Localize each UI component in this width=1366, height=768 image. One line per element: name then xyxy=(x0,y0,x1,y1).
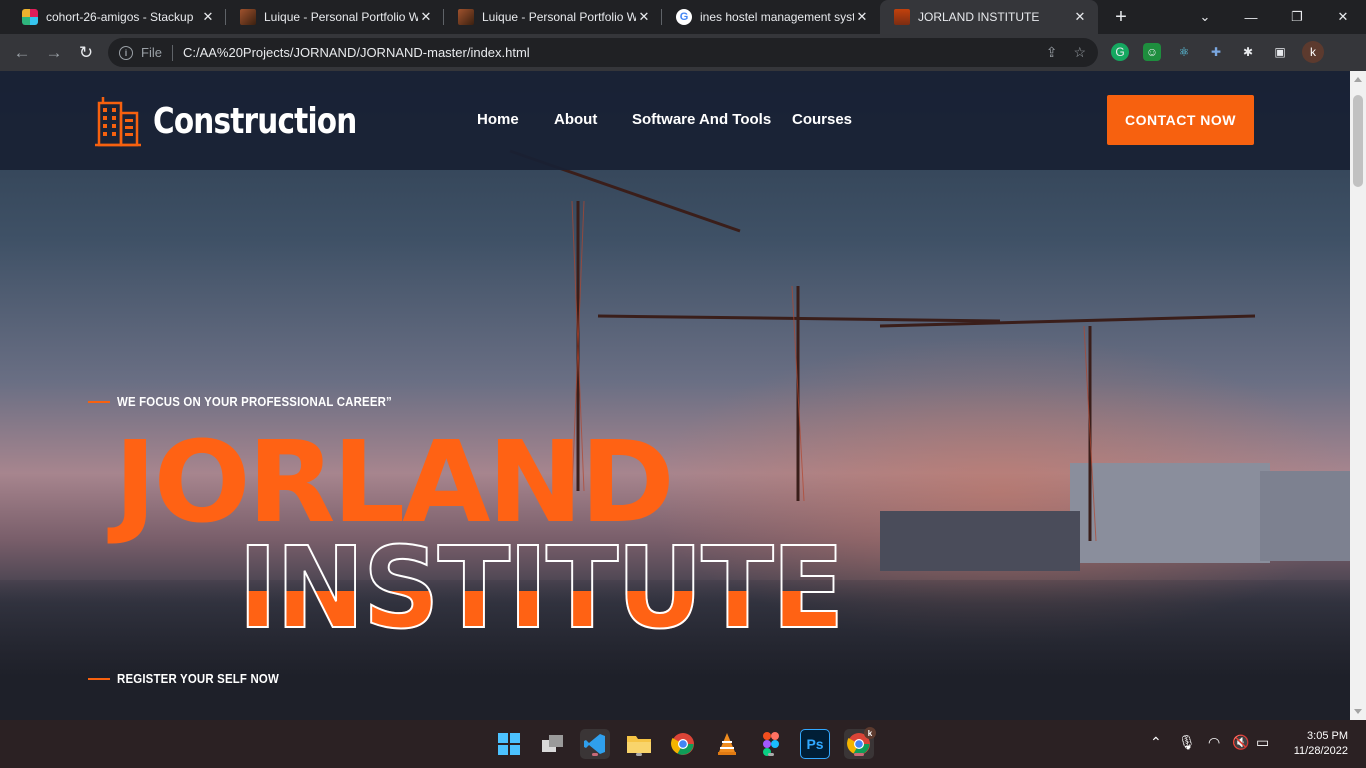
page-scrollbar[interactable] xyxy=(1350,71,1366,720)
browser-toolbar: ← → ↻ i File C:/AA%20Projects/JORNAND/JO… xyxy=(0,34,1366,71)
windows-start-icon[interactable] xyxy=(494,729,524,759)
file-explorer-icon[interactable] xyxy=(624,729,654,759)
clock-time: 3:05 PM xyxy=(1307,730,1348,742)
browser-tab[interactable]: Luique - Personal Portfolio W ✕ xyxy=(444,0,662,34)
scroll-down-arrow[interactable] xyxy=(1354,709,1362,714)
back-icon[interactable]: ← xyxy=(8,39,36,67)
close-icon[interactable]: ✕ xyxy=(854,9,870,25)
nav-about[interactable]: About xyxy=(554,111,597,128)
restore-button[interactable]: ❐ xyxy=(1274,0,1320,34)
bookmark-star-icon[interactable]: ☆ xyxy=(1073,44,1086,61)
browser-tab[interactable]: Luique - Personal Portfolio W ✕ xyxy=(226,0,444,34)
nav-courses[interactable]: Courses xyxy=(792,111,852,128)
url-scheme: File xyxy=(141,45,162,60)
reload-icon[interactable]: ↻ xyxy=(72,39,100,67)
close-icon[interactable]: ✕ xyxy=(418,9,434,25)
minimize-button[interactable]: — xyxy=(1228,0,1274,34)
page-viewport: Construction Home About Software And Too… xyxy=(0,71,1350,720)
close-icon[interactable]: ✕ xyxy=(200,9,216,25)
tagline-dash xyxy=(88,400,110,403)
window-close-button[interactable]: ✕ xyxy=(1320,0,1366,34)
extension-icon[interactable]: ☺ xyxy=(1143,43,1161,61)
grammarly-extension-icon[interactable]: G xyxy=(1111,43,1129,61)
new-tab-button[interactable]: + xyxy=(1110,6,1132,28)
slack-icon xyxy=(22,9,38,25)
vlc-icon[interactable] xyxy=(712,729,742,759)
hero-title-institute: INSTITUTE xyxy=(237,524,845,654)
tab-search-icon[interactable]: ⌄ xyxy=(1182,0,1228,34)
scroll-up-arrow[interactable] xyxy=(1354,77,1362,82)
clock-date: 11/28/2022 xyxy=(1293,745,1348,757)
hero-tagline: WE FOCUS ON YOUR PROFESSIONAL CAREER” xyxy=(88,394,429,409)
chrome-icon[interactable] xyxy=(668,729,698,759)
building-logo-icon xyxy=(95,97,141,147)
task-view-icon[interactable] xyxy=(538,729,568,759)
share-icon[interactable]: ⇪ xyxy=(1046,44,1058,61)
extension-icon[interactable]: ✚ xyxy=(1207,43,1225,61)
system-clock[interactable]: 3:05 PM 11/28/2022 xyxy=(1280,729,1348,759)
google-icon: G xyxy=(676,9,692,25)
nav-software-and-tools[interactable]: Software And Tools xyxy=(632,111,771,128)
close-icon[interactable]: ✕ xyxy=(1072,9,1088,25)
info-icon[interactable]: i xyxy=(119,45,133,60)
profile-avatar[interactable]: k xyxy=(1302,41,1324,63)
url-text[interactable]: C:/AA%20Projects/JORNAND/JORNAND-master/… xyxy=(183,45,530,60)
vscode-icon[interactable] xyxy=(580,729,610,759)
tagline-text: WE FOCUS ON YOUR PROFESSIONAL CAREER” xyxy=(117,394,392,409)
tab-title: Luique - Personal Portfolio W xyxy=(264,10,418,24)
tab-title: ines hostel management syst xyxy=(700,10,854,24)
building-icon xyxy=(894,9,910,25)
contact-now-button[interactable]: CONTACT NOW xyxy=(1107,95,1254,145)
portfolio-icon xyxy=(458,9,474,25)
profile-badge: k xyxy=(864,727,876,739)
microphone-icon[interactable]: 🎙 xyxy=(1178,734,1196,751)
browser-tab-strip: cohort-26-amigos - Stackup ✕ Luique - Pe… xyxy=(0,0,1366,34)
forward-icon[interactable]: → xyxy=(40,39,68,67)
close-icon[interactable]: ✕ xyxy=(636,9,652,25)
portfolio-icon xyxy=(240,9,256,25)
register-cta[interactable]: REGISTER YOUR SELF NOW xyxy=(88,671,301,686)
photoshop-icon[interactable]: Ps xyxy=(800,729,830,759)
tab-title: Luique - Personal Portfolio W xyxy=(482,10,636,24)
extensions-puzzle-icon[interactable]: ✱ xyxy=(1239,43,1257,61)
hero-title-jorland: JORLAND xyxy=(114,418,675,548)
tab-title: JORLAND INSTITUTE xyxy=(918,10,1040,24)
browser-tab[interactable]: G ines hostel management syst ✕ xyxy=(662,0,880,34)
nav-home[interactable]: Home xyxy=(477,111,519,128)
browser-tab[interactable]: cohort-26-amigos - Stackup ✕ xyxy=(8,0,226,34)
wifi-icon[interactable]: ◠ xyxy=(1208,734,1220,751)
site-logo[interactable]: Construction xyxy=(95,95,401,147)
battery-icon[interactable]: ▭ xyxy=(1256,734,1269,751)
figma-icon[interactable] xyxy=(756,729,786,759)
brand-name: Construction xyxy=(153,100,357,142)
address-bar[interactable]: i File C:/AA%20Projects/JORNAND/JORNAND-… xyxy=(108,38,1098,67)
tab-title: cohort-26-amigos - Stackup xyxy=(46,10,194,24)
browser-tab-active[interactable]: JORLAND INSTITUTE ✕ xyxy=(880,0,1098,34)
side-panel-icon[interactable]: ▣ xyxy=(1271,43,1289,61)
tagline-dash xyxy=(88,677,110,680)
chrome-profile-icon[interactable]: k xyxy=(844,727,876,759)
speaker-muted-icon[interactable]: 🔇 xyxy=(1232,734,1249,751)
site-header: Construction Home About Software And Too… xyxy=(0,71,1350,170)
windows-taskbar: Ps k ⌃ 🎙 ◠ 🔇 ▭ 3:05 PM 11/28/2022 xyxy=(0,720,1366,768)
register-text[interactable]: REGISTER YOUR SELF NOW xyxy=(117,671,279,686)
chevron-up-icon[interactable]: ⌃ xyxy=(1150,734,1162,751)
react-devtools-icon[interactable]: ⚛ xyxy=(1175,43,1193,61)
scrollbar-thumb[interactable] xyxy=(1353,95,1363,187)
